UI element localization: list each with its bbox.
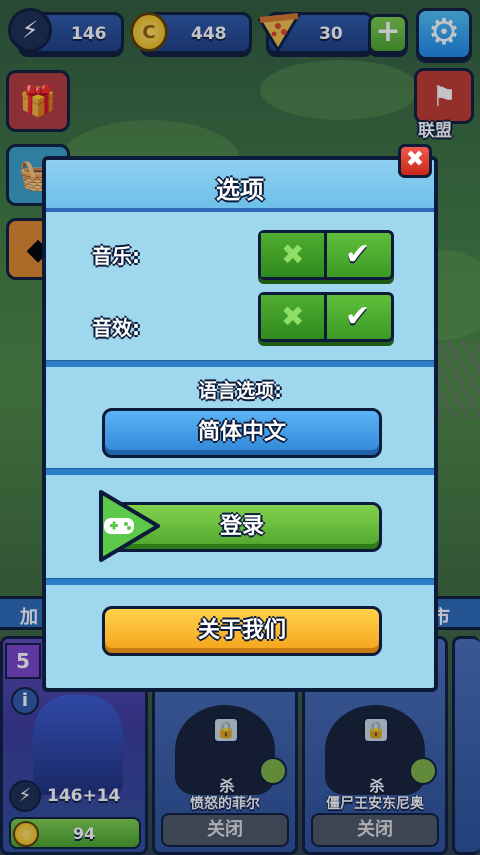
cross-icon: ✖ (281, 300, 305, 333)
dialog-header: 选项 (46, 160, 434, 212)
music-toggle[interactable]: ✖ ✔ (258, 230, 394, 280)
about-us-button[interactable]: 关于我们 (102, 606, 382, 656)
options-dialog: 选项 音乐: ✖ ✔ 音效: ✖ ✔ 语言选项: 简体中文 登录 关于我们 (42, 156, 438, 692)
close-icon: ✖ (405, 147, 425, 172)
music-label: 音乐: (92, 244, 140, 268)
cross-icon: ✖ (281, 238, 305, 271)
section-divider (46, 468, 434, 475)
check-icon: ✔ (345, 237, 371, 272)
close-dialog-button[interactable]: ✖ (398, 144, 432, 178)
check-icon: ✔ (345, 299, 371, 334)
section-divider (46, 360, 434, 367)
section-divider (46, 578, 434, 585)
sound-effects-toggle[interactable]: ✖ ✔ (258, 292, 394, 342)
sound-effects-label: 音效: (92, 316, 140, 340)
language-select-button[interactable]: 简体中文 (102, 408, 382, 458)
gamepad-play-icon (99, 490, 160, 562)
language-heading: 语言选项: (198, 380, 282, 402)
dialog-title: 选项 (216, 176, 264, 204)
